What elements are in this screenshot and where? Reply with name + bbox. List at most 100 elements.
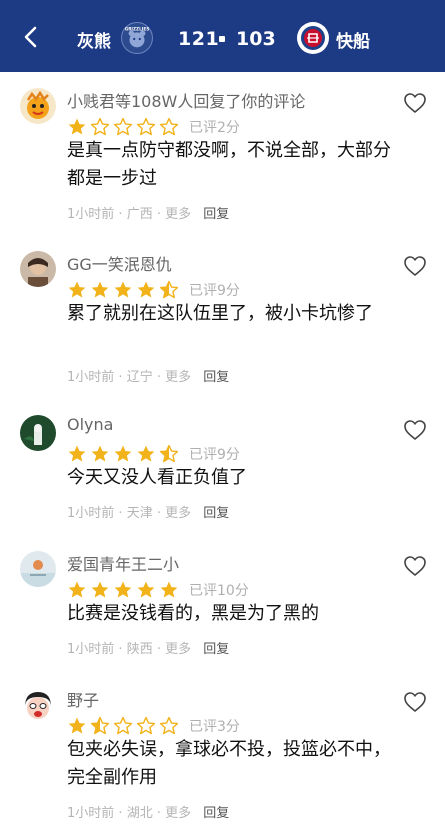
- more-link[interactable]: 更多: [165, 207, 191, 222]
- comment-meta: 1小时前 · 湖北 · 更多 回复: [67, 802, 229, 821]
- clippers-logo-icon[interactable]: [297, 22, 329, 54]
- star-rating: [67, 117, 179, 137]
- star-icon: [67, 444, 87, 464]
- star-icon: [90, 444, 110, 464]
- comment-username[interactable]: 爱国青年王二小: [67, 551, 179, 575]
- green-avatar-icon: [20, 415, 56, 451]
- rated-score: 已评9分: [189, 283, 240, 299]
- team-left-name[interactable]: 灰熊: [77, 27, 111, 52]
- more-link[interactable]: 更多: [165, 806, 191, 821]
- grizzlies-logo-text: GRIZZLIES: [125, 27, 150, 32]
- star-icon: [90, 580, 110, 600]
- back-button[interactable]: [18, 24, 42, 50]
- star-icon: [113, 444, 133, 464]
- star-rating: [67, 444, 179, 464]
- comment-text: 比赛是没钱看的，黑是为了黑的: [67, 603, 319, 624]
- user-avatar[interactable]: [20, 551, 56, 587]
- more-link[interactable]: 更多: [165, 642, 191, 657]
- star-icon: [136, 444, 156, 464]
- star-icon: [136, 580, 156, 600]
- meta-separator: ·: [118, 506, 127, 521]
- user-avatar[interactable]: [20, 251, 56, 287]
- star-icon: [90, 280, 110, 300]
- comment-location: 天津: [126, 506, 153, 521]
- rating-row: 已评3分: [67, 716, 240, 736]
- comment-text: 是真一点防守都没啊，不说全部，大部分都是一步过: [67, 140, 391, 189]
- clippers-icon: [301, 26, 325, 50]
- heart-icon: [404, 692, 426, 712]
- cartoon-avatar-icon: [20, 88, 56, 124]
- team-right-name[interactable]: 快船: [336, 27, 370, 52]
- user-avatar[interactable]: [20, 88, 56, 124]
- person-avatar-icon: [20, 251, 56, 287]
- heart-icon: [404, 256, 426, 276]
- user-avatar[interactable]: [20, 415, 56, 451]
- meta-separator: ·: [156, 806, 166, 821]
- meta-separator: ·: [118, 207, 127, 222]
- meta-separator: ·: [118, 806, 127, 821]
- comment-time: 1小时前: [67, 370, 115, 385]
- star-icon: [67, 716, 87, 736]
- star-icon: [159, 280, 179, 300]
- meta-separator: ·: [156, 506, 166, 521]
- heart-icon: [404, 556, 426, 576]
- meta-separator: ·: [156, 207, 166, 222]
- score-separator: [219, 36, 225, 42]
- star-icon: [159, 716, 179, 736]
- like-button[interactable]: [403, 691, 427, 713]
- rated-score: 已评3分: [189, 719, 240, 735]
- meta-separator: ·: [156, 642, 166, 657]
- star-icon: [90, 716, 110, 736]
- like-button[interactable]: [403, 255, 427, 277]
- comment-username[interactable]: 野子: [67, 687, 99, 711]
- game-header: 灰熊 GRIZZLIES 121 103 快船: [0, 0, 445, 72]
- bear-icon: GRIZZLIES: [125, 27, 150, 48]
- reply-button[interactable]: 回复: [203, 642, 229, 657]
- comment-username[interactable]: GG一笑泯恩仇: [67, 251, 172, 275]
- comment-username[interactable]: Olyna: [67, 415, 113, 434]
- heart-icon: [404, 93, 426, 113]
- star-icon: [136, 117, 156, 137]
- comment-location: 陕西: [126, 642, 153, 657]
- more-link[interactable]: 更多: [165, 370, 191, 385]
- comment-time: 1小时前: [67, 207, 115, 222]
- more-link[interactable]: 更多: [165, 506, 191, 521]
- rated-score: 已评9分: [189, 447, 240, 463]
- star-icon: [113, 716, 133, 736]
- rating-row: 已评9分: [67, 444, 240, 464]
- like-button[interactable]: [403, 419, 427, 441]
- comment-location: 广西: [126, 207, 153, 222]
- like-button[interactable]: [403, 555, 427, 577]
- chevron-left-icon: [24, 26, 37, 48]
- comment-time: 1小时前: [67, 642, 115, 657]
- star-rating: [67, 580, 179, 600]
- rating-row: 已评9分: [67, 280, 240, 300]
- comment-time: 1小时前: [67, 506, 115, 521]
- comment-location: 辽宁: [126, 370, 153, 385]
- star-icon: [90, 117, 110, 137]
- star-icon: [67, 580, 87, 600]
- star-rating: [67, 280, 179, 300]
- rated-score: 已评2分: [189, 120, 240, 136]
- score-left: 121: [178, 28, 220, 50]
- star-icon: [113, 280, 133, 300]
- like-button[interactable]: [403, 92, 427, 114]
- comment-meta: 1小时前 · 广西 · 更多 回复: [67, 203, 229, 222]
- grizzlies-logo-icon[interactable]: GRIZZLIES: [121, 22, 153, 54]
- star-icon: [67, 117, 87, 137]
- comment-username[interactable]: 小贱君等108W人回复了你的评论: [67, 88, 305, 112]
- rated-score: 已评10分: [189, 583, 249, 599]
- user-avatar[interactable]: [20, 687, 56, 723]
- star-icon: [136, 280, 156, 300]
- rating-row: 已评10分: [67, 580, 249, 600]
- reply-button[interactable]: 回复: [203, 370, 229, 385]
- meta-separator: ·: [156, 370, 166, 385]
- reply-button[interactable]: 回复: [203, 506, 229, 521]
- reply-button[interactable]: 回复: [203, 806, 229, 821]
- star-icon: [113, 580, 133, 600]
- star-icon: [159, 444, 179, 464]
- comment-text: 累了就别在这队伍里了，被小卡坑惨了: [67, 303, 373, 324]
- star-icon: [136, 716, 156, 736]
- rating-row: 已评2分: [67, 117, 240, 137]
- reply-button[interactable]: 回复: [203, 207, 229, 222]
